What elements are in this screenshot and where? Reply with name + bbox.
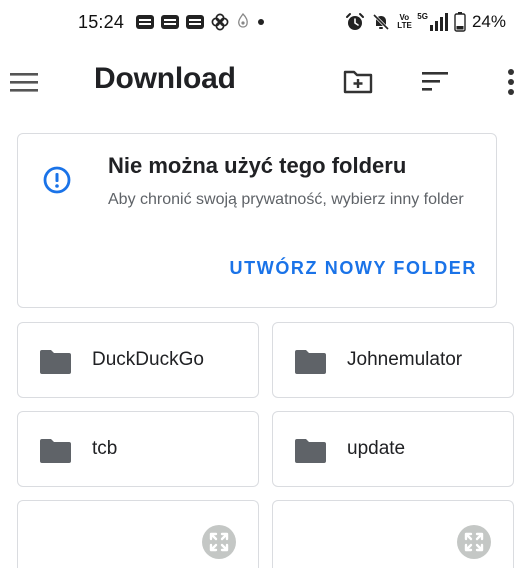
file-tile[interactable]	[17, 500, 259, 568]
folder-name: Johnemulator	[347, 349, 463, 370]
mute-icon	[373, 13, 390, 31]
folder-tile[interactable]: Johnemulator	[272, 322, 514, 398]
folder-name: update	[347, 438, 406, 459]
warning-message: Aby chronić swoją prywatność, wybierz in…	[108, 191, 464, 208]
folder-icon	[40, 350, 71, 374]
folder-icon	[295, 350, 326, 374]
battery-percent: 24%	[471, 12, 506, 31]
new-folder-button[interactable]	[340, 64, 376, 98]
folder-icon	[40, 439, 71, 463]
pinwheel-app-icon	[211, 13, 229, 31]
message-notification-icon-3	[186, 15, 205, 29]
page-title: Download	[94, 62, 236, 95]
folder-name: DuckDuckGo	[92, 349, 204, 370]
notification-icons	[136, 13, 265, 31]
app-bar: Download	[0, 52, 514, 112]
more-options-button[interactable]	[500, 66, 514, 100]
menu-button[interactable]	[6, 66, 40, 98]
message-notification-icon	[136, 15, 155, 29]
message-notification-icon-2	[161, 15, 180, 29]
folder-icon	[295, 439, 326, 463]
file-tile[interactable]	[272, 500, 514, 568]
more-notifications-dot-icon	[258, 19, 265, 25]
status-left: 15:24	[78, 11, 265, 33]
folder-tile[interactable]: update	[272, 411, 514, 487]
status-time: 15:24	[78, 11, 125, 32]
create-new-folder-button[interactable]: UTWÓRZ NOWY FOLDER	[230, 258, 477, 279]
alarm-icon	[346, 13, 365, 30]
network-indicator: 5G	[417, 13, 448, 31]
expand-preview-icon	[202, 525, 236, 559]
new-folder-icon	[343, 70, 373, 94]
folder-tile[interactable]: DuckDuckGo	[17, 322, 259, 398]
info-alert-icon	[43, 166, 71, 194]
folder-name: tcb	[92, 438, 118, 459]
expand-preview-icon	[457, 525, 491, 559]
volte-label: Vo LTE	[397, 13, 412, 30]
sort-button[interactable]	[418, 66, 452, 96]
more-vert-icon	[508, 69, 514, 95]
folder-tile[interactable]: tcb	[17, 411, 259, 487]
sort-icon	[422, 72, 448, 91]
folder-warning-card: Nie można użyć tego folderu Aby chronić …	[17, 133, 497, 308]
signal-icon	[429, 13, 448, 31]
warning-title: Nie można użyć tego folderu	[108, 153, 407, 178]
menu-icon	[10, 73, 38, 92]
volte-indicator: Vo LTE	[397, 13, 412, 30]
status-right: Vo LTE 5G 24%	[345, 11, 506, 33]
status-bar: 15:24 Vo LTE 5G 24%	[0, 0, 514, 44]
app-notification-icon	[238, 13, 248, 28]
battery-icon	[454, 12, 466, 32]
network-type-label: 5G	[417, 12, 428, 21]
